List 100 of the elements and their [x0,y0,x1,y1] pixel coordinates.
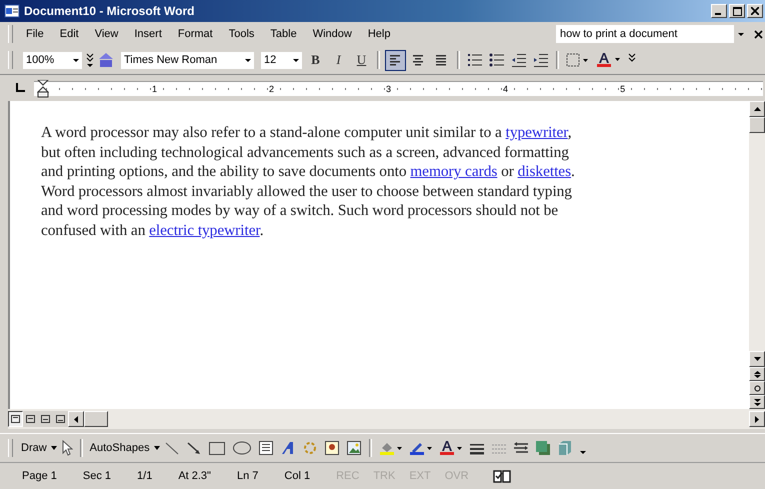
ruler-number: 4 [503,84,508,94]
border-icon[interactable] [566,53,590,67]
scroll-thumb[interactable] [84,411,108,427]
vertical-scrollbar[interactable] [749,101,765,409]
menu-item[interactable]: Tools [222,26,262,42]
view-button[interactable] [38,411,53,427]
next-page-icon[interactable] [754,398,760,406]
draw-menu-button[interactable]: Draw [19,440,49,456]
line-icon[interactable] [164,440,180,456]
dropdown-arrow-icon[interactable] [154,446,160,450]
spelling-book-icon[interactable] [492,469,511,483]
align-center-icon [412,54,426,66]
scroll-up-icon[interactable] [754,107,760,111]
image-icon[interactable] [346,440,362,456]
ruler-number: 2 [269,84,274,94]
arrow-style-icon[interactable] [512,440,529,456]
autoshapes-menu-button[interactable]: AutoShapes [88,440,152,456]
fill-color-icon[interactable] [378,440,403,456]
arrow-icon[interactable] [186,440,202,456]
dropdown-arrow-icon [292,56,300,64]
status-field: At 2.3" [178,470,211,482]
status-field: 1/1 [137,470,152,482]
dropdown-arrow-icon [72,56,80,64]
document-icon [4,3,20,19]
dropdown-arrow-icon[interactable] [50,446,57,450]
align-justify-icon [434,54,448,66]
close-button[interactable] [747,4,763,18]
view-icon [41,415,50,423]
menu-item[interactable]: Window [306,26,359,42]
font-color-icon[interactable] [438,440,463,456]
wordart-icon[interactable] [280,440,296,456]
menu-item[interactable]: Help [360,26,398,42]
text-line: and printing options, and the ability to save documents onto memory cards or diskettes. [41,162,576,182]
maximize-button[interactable] [729,4,745,18]
font-size-combo[interactable]: 12 [260,50,303,70]
decrease-indent-icon[interactable] [511,53,527,67]
scroll-left-icon[interactable] [74,416,78,422]
bold-button[interactable]: B [305,50,326,70]
ruler-number: 1 [152,84,158,94]
browse-object-icon[interactable] [754,384,760,392]
hyperlink[interactable]: typewriter [506,124,568,141]
text-line: confused with an electric typewriter. [41,220,265,241]
window-title: Document10 - Microsoft Word [24,4,194,18]
3d-icon[interactable] [556,440,573,456]
align-left-icon [388,54,402,66]
view-button[interactable] [8,411,23,427]
ruler-number: 3 [386,84,392,94]
text-line: and word processing modes by way of a switch. Such word processors should not be [41,201,560,221]
text-line: but often including technological advancements such as a screen, advanced formatting [41,142,570,162]
hyperlink[interactable]: diskettes [518,163,572,180]
menu-item[interactable]: File [19,26,51,42]
status-field: Ln 7 [236,470,258,482]
shadow-icon[interactable] [534,440,551,456]
font-color-icon[interactable] [596,52,622,68]
text-line: A word processor may also refer to a stand-alone computer unit similar to a typewriter, [41,123,573,143]
previous-page-icon[interactable] [754,370,760,378]
menu-item[interactable]: View [88,26,126,42]
menu-item[interactable]: Table [263,26,304,42]
view-icon [56,415,65,423]
help-search-field[interactable]: how to print a document [556,25,734,43]
status-field: Sec 1 [82,470,112,482]
view-button[interactable] [53,411,68,427]
view-button[interactable] [23,411,38,427]
minimize-button[interactable] [711,4,727,18]
hyperlink[interactable]: memory cards [410,163,498,180]
underline-button[interactable]: U [351,50,372,70]
align-button[interactable] [385,50,406,70]
numbered-list-icon[interactable] [467,53,483,67]
font-combo[interactable]: Times New Roman [120,50,255,70]
dropdown-arrow-icon [244,56,252,64]
text-line: Word processors almost invariably allowed the user to choose between standard typing [41,182,573,202]
ruler-number: 5 [620,84,626,94]
maximize-icon [732,6,742,16]
overflow-chevron-icon[interactable] [85,52,95,68]
view-icon [26,415,35,423]
line-color-icon[interactable] [408,440,433,456]
status-field: Col 1 [284,470,310,482]
status-field: Page 1 [22,470,57,482]
oval-icon[interactable] [232,440,252,456]
clip-art-icon[interactable] [324,440,340,456]
rectangle-icon[interactable] [208,440,226,456]
horizontal-scrollbar[interactable] [68,411,765,427]
menu-item[interactable]: Format [170,26,220,42]
italic-button[interactable]: I [328,50,349,70]
indent-marker-icon[interactable] [36,80,50,98]
view-icon [11,415,20,423]
zoom-combo[interactable]: 100% [22,50,83,70]
hyperlink[interactable]: electric typewriter [149,222,260,239]
bulleted-list-icon[interactable] [489,53,505,67]
scroll-right-icon[interactable] [755,416,759,422]
tab-selector-icon[interactable] [14,81,28,95]
close-icon[interactable] [754,30,763,38]
increase-indent-icon[interactable] [533,53,549,67]
close-icon [751,7,759,15]
scroll-down-icon[interactable] [754,357,760,361]
cursor-icon[interactable] [60,440,73,456]
menu-item[interactable]: Insert [127,26,169,42]
scroll-thumb[interactable] [749,117,765,133]
menu-item[interactable]: Edit [52,26,86,42]
text-box-icon[interactable] [258,440,274,456]
